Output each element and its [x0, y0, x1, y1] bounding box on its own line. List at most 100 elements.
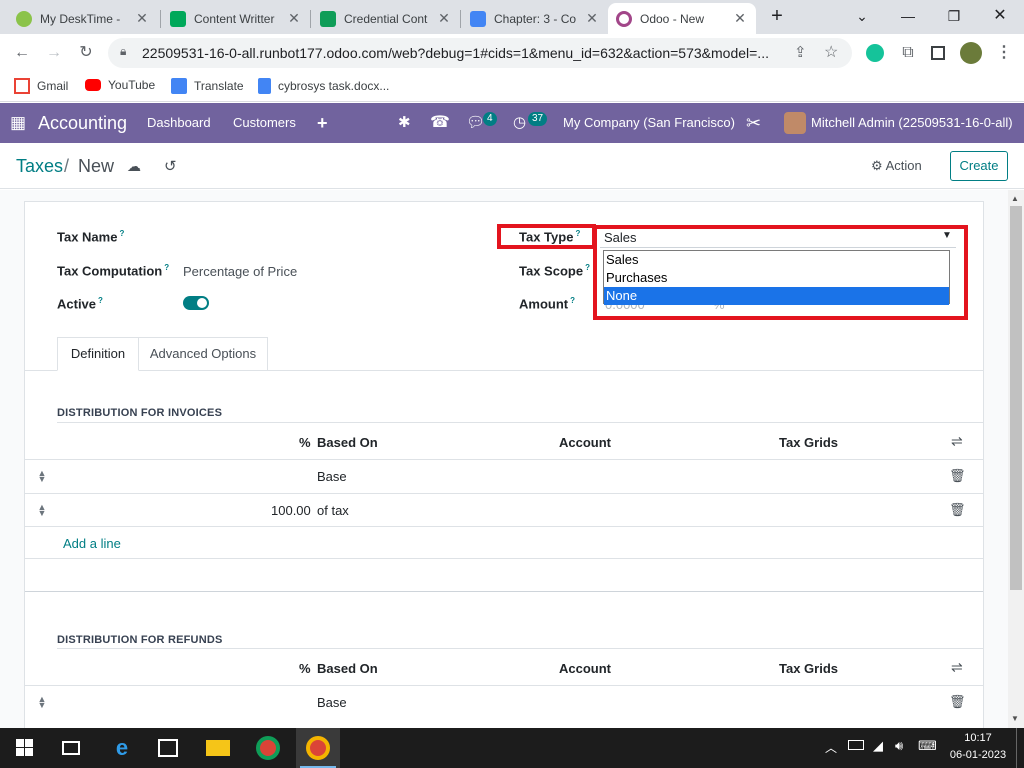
wifi-icon[interactable]: ◢ — [873, 738, 883, 754]
grammarly-icon[interactable] — [866, 44, 884, 62]
volume-icon[interactable]: 🔊︎ — [895, 738, 903, 754]
scroll-down-icon[interactable]: ▼ — [1011, 714, 1019, 723]
browser-tab-docs[interactable]: Chapter: 3 - Co ✕ — [462, 3, 608, 34]
menu-dashboard[interactable]: Dashboard — [147, 103, 211, 143]
tax-computation-select[interactable]: Percentage of Price — [183, 264, 297, 279]
phone-icon[interactable]: ☎ — [430, 103, 450, 143]
restore-icon[interactable]: ❐ — [940, 4, 968, 28]
settings-tools-icon[interactable]: ✂ — [746, 103, 761, 143]
col-tax-grids[interactable]: Tax Grids — [779, 661, 838, 676]
drag-handle-icon[interactable]: ▲ ▼ — [37, 469, 47, 484]
browser-tab-desktime[interactable]: My DeskTime - ✕ — [8, 3, 158, 34]
battery-icon[interactable] — [848, 740, 864, 750]
action-menu[interactable]: ⚙ Action — [871, 158, 922, 174]
edge-icon[interactable]: e — [110, 736, 134, 760]
menu-customers[interactable]: Customers — [233, 103, 296, 143]
col-account[interactable]: Account — [559, 661, 611, 676]
windows-start-icon[interactable] — [14, 736, 38, 760]
drag-handle-icon[interactable]: ▲ ▼ — [37, 695, 47, 710]
tab-separator — [310, 10, 311, 28]
bookmark-youtube[interactable]: YouTube — [85, 78, 155, 92]
share-icon[interactable]: ⇪ — [794, 43, 807, 61]
create-button[interactable]: Create — [950, 151, 1008, 181]
trash-icon[interactable]: 🗑︎ — [949, 502, 966, 518]
close-icon[interactable]: ✕ — [286, 10, 302, 27]
scrollbar-thumb[interactable] — [1010, 206, 1022, 590]
task-view-icon[interactable] — [62, 741, 80, 755]
table-row[interactable]: ▲ ▼ Base 🗑︎ — [25, 460, 983, 493]
close-icon[interactable]: ✕ — [436, 10, 452, 27]
taskbar-time[interactable]: 10:17 — [948, 732, 1008, 744]
scroll-up-icon[interactable]: ▲ — [1011, 194, 1019, 203]
bookmark-label: YouTube — [108, 78, 156, 92]
user-avatar[interactable] — [784, 112, 806, 134]
messages-icon[interactable]: 💬︎ — [466, 103, 485, 143]
app-name[interactable]: Accounting — [38, 103, 127, 143]
bookmark-gmail[interactable]: Gmail — [14, 78, 68, 94]
store-icon[interactable] — [158, 739, 178, 757]
menu-icon[interactable]: ⋮ — [992, 42, 1016, 64]
company-switcher[interactable]: My Company (San Francisco) — [563, 103, 735, 143]
refunds-section-title: DISTRIBUTION FOR REFUNDS — [57, 634, 223, 646]
table-row[interactable]: ▲ ▼ 100.00 of tax 🗑︎ — [25, 494, 983, 527]
debug-bug-icon[interactable]: ✱ — [398, 103, 411, 143]
col-tax-grids[interactable]: Tax Grids — [779, 435, 838, 450]
tray-chevron-up-icon[interactable]: ︿ — [825, 739, 837, 756]
vertical-scrollbar[interactable]: ▲ ▼ — [1008, 190, 1024, 728]
show-desktop-button[interactable] — [1016, 728, 1017, 768]
based-on-cell[interactable]: of tax — [317, 503, 349, 518]
tab-definition[interactable]: Definition — [57, 337, 139, 371]
col-percent[interactable]: % — [299, 661, 311, 676]
active-toggle[interactable] — [183, 296, 209, 310]
based-on-cell[interactable]: Base — [317, 695, 347, 710]
bookmark-cybrosys[interactable]: cybrosys task.docx... — [258, 78, 389, 94]
forward-icon[interactable]: → — [42, 42, 66, 64]
close-icon[interactable]: ✕ — [584, 10, 600, 27]
trash-icon[interactable]: 🗑︎ — [949, 468, 966, 484]
browser-toolbar: ← → ↻ 🔒︎ 22509531-16-0-all.runbot177.odo… — [0, 34, 1024, 72]
window-close-icon[interactable]: ✕ — [986, 4, 1014, 28]
extensions-icon[interactable]: ⧉ — [896, 42, 920, 64]
col-account[interactable]: Account — [559, 435, 611, 450]
percent-cell[interactable]: 100.00 — [271, 503, 311, 518]
profile-avatar-icon[interactable] — [960, 42, 982, 64]
new-tab-button[interactable]: + — [763, 4, 791, 28]
optional-columns-icon[interactable]: ⇌ — [951, 659, 963, 676]
activities-clock-icon[interactable]: ◷ — [513, 103, 526, 143]
side-panel-icon[interactable] — [931, 46, 945, 60]
add-line-link[interactable]: Add a line — [63, 536, 121, 551]
bookmark-star-icon[interactable]: ☆ — [824, 42, 838, 62]
table-row[interactable]: ▲ ▼ Base 🗑︎ — [25, 686, 983, 719]
discard-undo-icon[interactable]: ↺ — [164, 157, 177, 175]
trash-icon[interactable]: 🗑︎ — [949, 694, 966, 710]
breadcrumb-taxes[interactable]: Taxes — [16, 156, 63, 177]
language-icon[interactable]: ⌨ — [918, 738, 937, 754]
col-percent[interactable]: % — [299, 435, 311, 450]
taskbar-active-app[interactable] — [296, 728, 340, 768]
app-menu-icon[interactable]: ▦ — [10, 103, 26, 143]
browser-tab-sheets[interactable]: Credential Cont ✕ — [312, 3, 460, 34]
tab-search-icon[interactable]: ⌄ — [848, 4, 876, 28]
col-based-on[interactable]: Based On — [317, 661, 378, 676]
browser-tab-odoo[interactable]: Odoo - New ✕ — [608, 3, 756, 34]
optional-columns-icon[interactable]: ⇌ — [951, 433, 963, 450]
minimize-icon[interactable]: — — [894, 4, 922, 28]
drag-handle-icon[interactable]: ▲ ▼ — [37, 503, 47, 518]
col-based-on[interactable]: Based On — [317, 435, 378, 450]
back-icon[interactable]: ← — [10, 42, 34, 64]
address-bar[interactable]: 🔒︎ 22509531-16-0-all.runbot177.odoo.com/… — [108, 38, 852, 68]
quick-create-button[interactable]: + — [317, 103, 328, 143]
user-menu[interactable]: Mitchell Admin (22509531-16-0-all) — [811, 103, 1013, 143]
bookmark-translate[interactable]: Translate — [171, 78, 244, 94]
taskbar-date[interactable]: 06-01-2023 — [946, 749, 1010, 761]
based-on-cell[interactable]: Base — [317, 469, 347, 484]
tab-advanced-options[interactable]: Advanced Options — [139, 337, 268, 370]
tax-name-input[interactable] — [183, 224, 473, 248]
close-icon[interactable]: ✕ — [134, 10, 150, 27]
close-icon[interactable]: ✕ — [732, 10, 748, 27]
save-cloud-icon[interactable]: ☁ — [127, 158, 141, 175]
reload-icon[interactable]: ↻ — [74, 42, 98, 64]
chrome-icon[interactable] — [256, 736, 280, 760]
browser-tab-chat[interactable]: Content Writter ✕ — [162, 3, 310, 34]
file-explorer-icon[interactable] — [206, 740, 230, 756]
